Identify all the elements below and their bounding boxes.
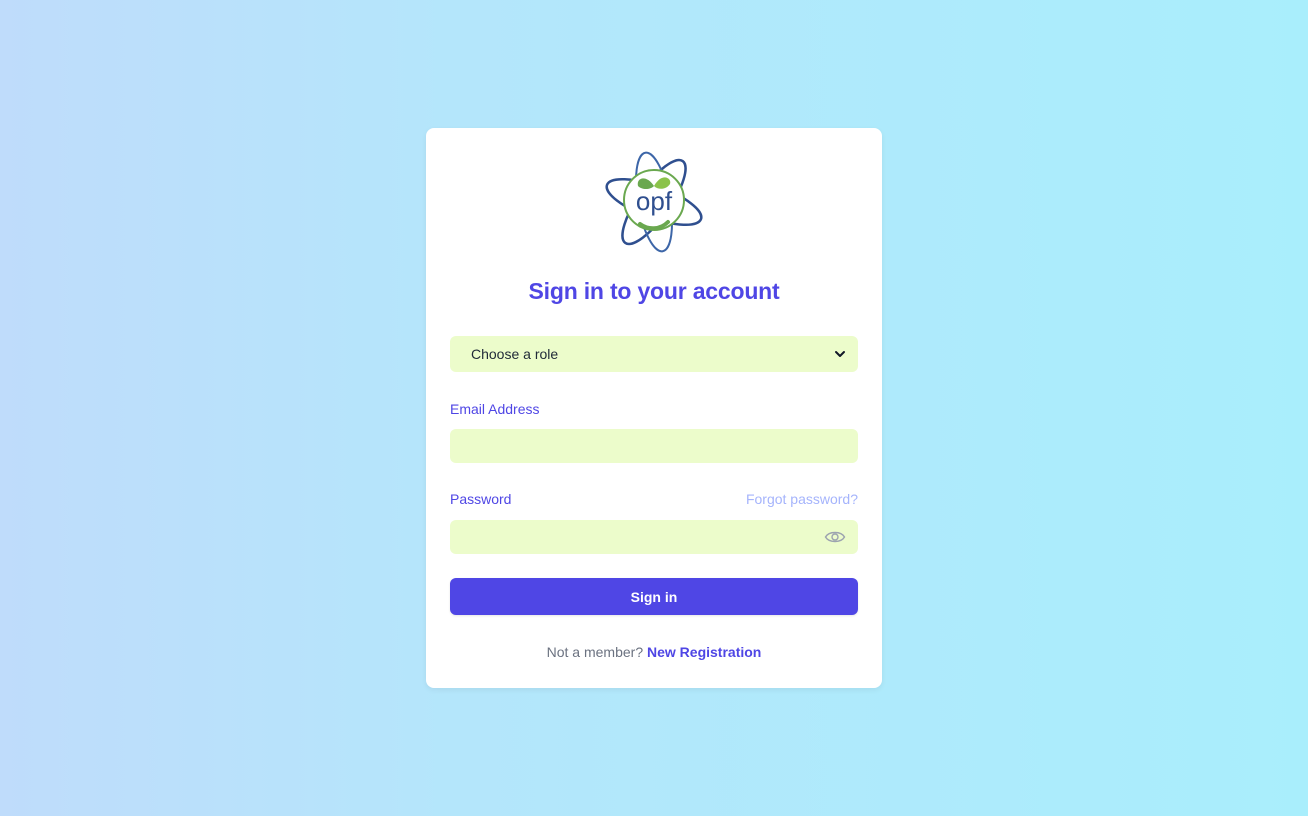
sign-in-button[interactable]: Sign in	[450, 578, 858, 615]
chevron-down-icon	[835, 351, 845, 357]
svg-text:opf: opf	[636, 186, 673, 216]
email-field[interactable]	[450, 429, 858, 463]
password-field[interactable]	[450, 520, 858, 554]
login-card: opf Sign in to your account Choose a rol…	[426, 128, 882, 688]
page-title: Sign in to your account	[528, 278, 780, 304]
role-select-value: Choose a role	[471, 346, 559, 362]
eye-icon[interactable]	[824, 528, 846, 546]
registration-prompt: Not a member? New Registration	[426, 644, 882, 660]
password-label: Password	[450, 491, 512, 507]
role-select[interactable]: Choose a role	[450, 336, 858, 372]
brand-logo: opf	[605, 151, 703, 253]
email-label: Email Address	[450, 401, 540, 417]
new-registration-link[interactable]: New Registration	[647, 644, 761, 660]
forgot-password-link[interactable]: Forgot password?	[746, 491, 858, 507]
not-member-text: Not a member?	[546, 644, 644, 660]
